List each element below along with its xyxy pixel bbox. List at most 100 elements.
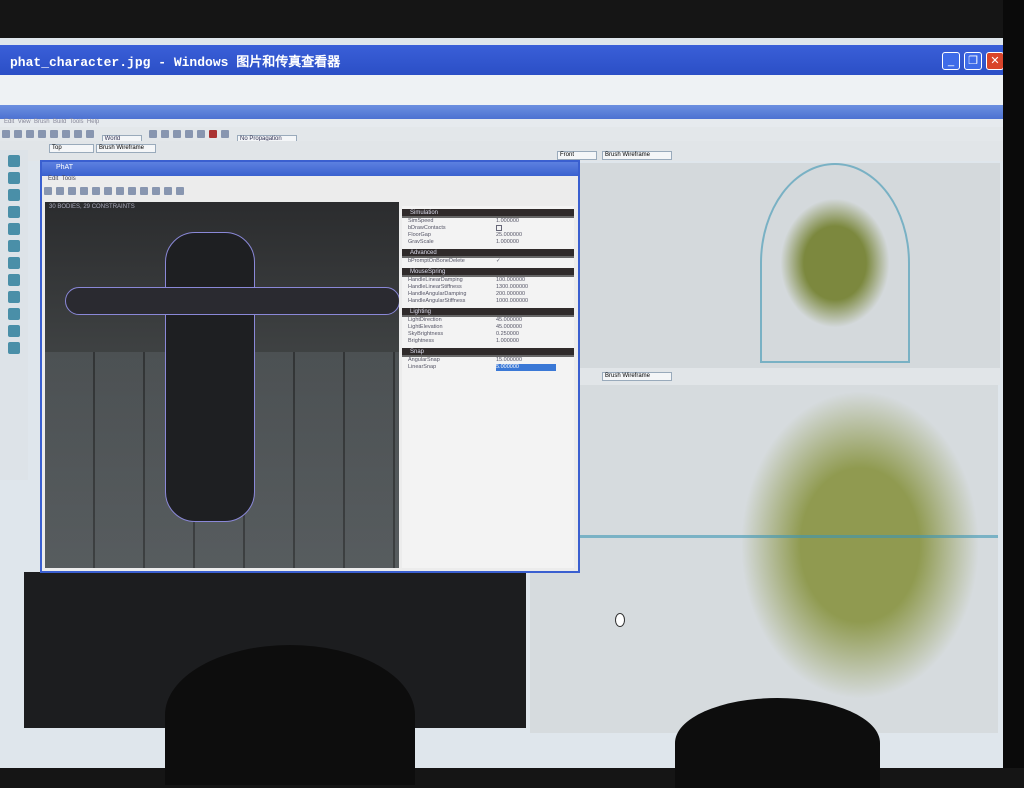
show-icon[interactable] [8,342,20,354]
snap-icon[interactable] [104,187,112,195]
mesh-icon[interactable] [8,308,20,320]
open-icon[interactable] [2,130,10,138]
property-value[interactable]: 5.000000 [496,364,556,371]
simulate-icon[interactable] [128,187,136,195]
sheet-icon[interactable] [8,240,20,252]
play-icon[interactable] [209,130,218,138]
menu-edit[interactable]: Edit [4,119,14,125]
property-row[interactable]: Brightness 1.000000 [402,338,574,345]
property-row[interactable]: AngularSnap 15.000000 [402,357,574,364]
property-section-header[interactable]: MouseSpring [402,268,574,277]
body-mode-icon[interactable] [44,187,52,195]
property-value[interactable]: ✓ [496,258,556,265]
property-value[interactable]: 1.000000 [496,218,556,225]
property-row[interactable]: bPromptOnBoneDelete ✓ [402,258,574,265]
property-row[interactable]: HandleAngularStiffness 1000.000000 [402,298,574,305]
property-row[interactable]: SkyBrightness 0.250000 [402,331,574,338]
property-section-header[interactable]: Simulation [402,209,574,218]
save-icon[interactable] [14,130,22,138]
box-icon[interactable] [50,130,58,138]
paste-icon[interactable] [185,130,194,138]
mesh-view-icon[interactable] [140,187,148,195]
brush-icon[interactable] [8,189,20,201]
hide-icon[interactable] [8,325,20,337]
property-row[interactable]: SimSpeed 1.000000 [402,218,574,225]
cube-icon[interactable] [8,206,20,218]
side-mode-select[interactable]: Brush Wireframe [602,372,672,381]
front-view-select[interactable]: Front [557,151,597,160]
scale-icon[interactable] [92,187,100,195]
camera-icon[interactable] [8,155,20,167]
front-mode-select[interactable]: Brush Wireframe [602,151,672,160]
menu-build[interactable]: Build [53,119,66,125]
phat-menu-tools[interactable]: Tools [62,176,76,182]
property-value[interactable]: 1300.000000 [496,284,556,291]
top-view-select[interactable]: Top [49,144,94,153]
menu-view[interactable]: View [18,119,31,125]
property-section-header[interactable]: Advanced [402,249,574,258]
cylinder-icon[interactable] [8,223,20,235]
property-value[interactable]: 1.000000 [496,338,556,345]
property-value[interactable]: 1.000000 [496,239,556,246]
property-value[interactable]: 100.000000 [496,277,556,284]
property-value[interactable]: 15.000000 [496,357,556,364]
property-name: HandleLinearDamping [408,277,463,283]
property-name: HandleLinearStiffness [408,284,462,290]
rotate-icon[interactable] [74,130,82,138]
restore-button[interactable]: ❐ [964,52,982,70]
menu-brush[interactable]: Brush [34,119,50,125]
property-name: LightElevation [408,324,443,330]
rotate-icon[interactable] [80,187,88,195]
phat-3d-viewport[interactable]: 30 BODIES, 29 CONSTRAINTS [45,202,399,568]
property-row[interactable]: FloorGap 25.000000 [402,232,574,239]
property-value[interactable]: 45.000000 [496,317,556,324]
property-row[interactable]: HandleLinearStiffness 1300.000000 [402,284,574,291]
kismet-icon[interactable] [221,130,230,138]
constraint-mode-icon[interactable] [56,187,64,195]
property-row[interactable]: HandleAngularDamping 200.000000 [402,291,574,298]
property-value[interactable]: 0.250000 [496,331,556,338]
property-section-header[interactable]: Lighting [402,308,574,317]
property-row[interactable]: LightDirection 45.000000 [402,317,574,324]
move-icon[interactable] [62,130,70,138]
volume-icon[interactable] [8,257,20,269]
property-row[interactable]: GravScale 1.000000 [402,239,574,246]
editor-menu-bar: Edit View Brush Build Tools Help [0,119,1003,127]
weld-icon[interactable] [176,187,184,195]
close-button[interactable]: ✕ [986,52,1004,70]
csg-add-icon[interactable] [8,274,20,286]
property-value[interactable]: 200.000000 [496,291,556,298]
property-row[interactable]: LightElevation 45.000000 [402,324,574,331]
property-row[interactable]: HandleLinearDamping 100.000000 [402,277,574,284]
property-row[interactable]: LinearSnap 5.000000 [402,364,574,371]
minimize-button[interactable]: _ [942,52,960,70]
property-value[interactable]: 1000.000000 [496,298,556,305]
copy-icon[interactable] [173,130,182,138]
undo-icon[interactable] [26,130,34,138]
copy-properties-icon[interactable] [116,187,124,195]
redo-icon[interactable] [38,130,46,138]
light-icon[interactable] [615,613,625,627]
checkbox[interactable] [496,225,502,231]
property-name: LinearSnap [408,364,437,370]
find-icon[interactable] [149,130,158,138]
front-viewport[interactable] [580,163,1000,368]
cut-icon[interactable] [161,130,170,138]
select-icon[interactable] [8,172,20,184]
collision-view-icon[interactable] [152,187,160,195]
property-value[interactable]: 25.000000 [496,232,556,239]
top-mode-select[interactable]: Brush Wireframe [96,144,156,153]
side-viewport[interactable] [530,385,998,733]
constraint-view-icon[interactable] [164,187,172,195]
property-row[interactable]: bDrawContacts [402,225,574,232]
menu-tools[interactable]: Tools [70,119,84,125]
translate-icon[interactable] [68,187,76,195]
property-name: Brightness [408,338,434,344]
csg-subtract-icon[interactable] [8,291,20,303]
scale-icon[interactable] [86,130,94,138]
property-section-header[interactable]: Snap [402,348,574,357]
phat-menu-edit[interactable]: Edit [48,176,58,182]
build-icon[interactable] [197,130,206,138]
property-value[interactable]: 45.000000 [496,324,556,331]
menu-help[interactable]: Help [87,119,99,125]
